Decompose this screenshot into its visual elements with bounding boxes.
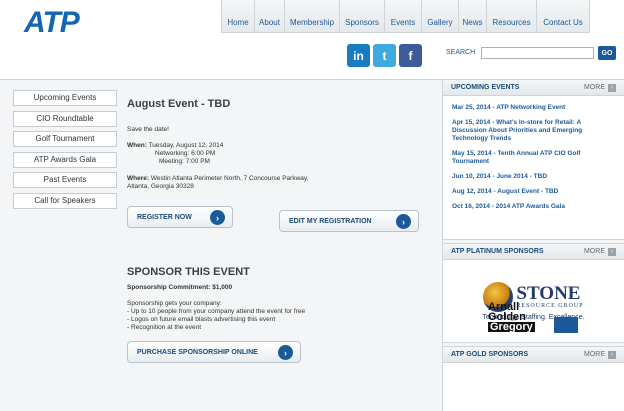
- where-label: Where:: [127, 175, 150, 182]
- upcoming-event-item[interactable]: Aug 12, 2014 - August Event - TBD: [452, 188, 615, 196]
- upcoming-event-item[interactable]: Jun 10, 2014 - June 2014 - TBD: [452, 173, 615, 181]
- more-arrow-icon: ›: [608, 83, 616, 92]
- benefit-item: - Recognition at the event: [127, 324, 202, 331]
- sponsor-title: SPONSOR THIS EVENT: [127, 266, 250, 278]
- top-navigation: Home About Membership Sponsors Events Ga…: [221, 0, 590, 33]
- gold-logo-accent: [554, 317, 578, 333]
- register-now-button[interactable]: REGISTER NOW ›: [127, 206, 233, 228]
- facebook-icon[interactable]: f: [399, 44, 422, 67]
- nav-about[interactable]: About: [255, 0, 285, 33]
- social-links: in t f: [347, 44, 422, 67]
- leftnav-upcoming-events[interactable]: Upcoming Events: [13, 90, 117, 106]
- upcoming-events-list: Mar 25, 2014 - ATP Networking Event Apr …: [443, 96, 624, 239]
- twitter-icon[interactable]: t: [373, 44, 396, 67]
- nav-sponsors[interactable]: Sponsors: [340, 0, 385, 33]
- linkedin-icon[interactable]: in: [347, 44, 370, 67]
- more-label: MORE: [584, 84, 605, 91]
- gold-sponsors-title: ATP GOLD SPONSORS: [451, 351, 529, 358]
- nav-resources[interactable]: Resources: [487, 0, 537, 33]
- when-date: Tuesday, August 12, 2014: [148, 142, 224, 149]
- meeting-time: Meeting: 7:00 PM: [159, 158, 210, 165]
- networking-time: Networking: 6:00 PM: [155, 150, 216, 157]
- more-arrow-icon: ›: [608, 350, 616, 359]
- edit-registration-button[interactable]: EDIT MY REGISTRATION ›: [279, 210, 419, 232]
- leftnav-call-for-speakers[interactable]: Call for Speakers: [13, 192, 117, 209]
- benefits-intro: Sponsorship gets your company:: [127, 300, 222, 307]
- more-label: MORE: [584, 351, 605, 358]
- commitment-label: Sponsorship Commitment:: [127, 284, 211, 291]
- benefit-item: - Logos on future email blasts advertisi…: [127, 316, 276, 323]
- event-title: August Event - TBD: [127, 98, 231, 110]
- gold-sponsors-header: ATP GOLD SPONSORS MORE ›: [443, 347, 624, 363]
- nav-contact-us[interactable]: Contact Us: [537, 0, 590, 33]
- atp-logo[interactable]: ATP: [24, 6, 80, 40]
- gold-more-link[interactable]: MORE ›: [584, 350, 616, 359]
- search-go-button[interactable]: GO: [598, 46, 616, 60]
- leftnav-atp-awards-gala[interactable]: ATP Awards Gala: [13, 151, 117, 168]
- nav-gallery[interactable]: Gallery: [422, 0, 459, 33]
- upcoming-event-item[interactable]: Mar 25, 2014 - ATP Networking Event: [452, 104, 615, 112]
- upcoming-events-title: UPCOMING EVENTS: [451, 84, 520, 91]
- edit-registration-label: EDIT MY REGISTRATION: [289, 217, 372, 225]
- stone-name: STONE: [516, 282, 581, 304]
- leftnav-golf-tournament[interactable]: Golf Tournament: [13, 131, 117, 147]
- nav-news[interactable]: News: [459, 0, 487, 33]
- upcoming-more-link[interactable]: MORE ›: [584, 83, 616, 92]
- search-label: SEARCH: [446, 49, 476, 56]
- left-navigation: Upcoming Events CIO Roundtable Golf Tour…: [13, 90, 117, 213]
- when-label: When:: [127, 142, 147, 149]
- purchase-sponsorship-label: PURCHASE SPONSORSHIP ONLINE: [137, 348, 258, 356]
- commitment-value: $1,000: [212, 284, 233, 291]
- arrow-right-icon: ›: [278, 345, 293, 360]
- arrow-right-icon: ›: [396, 214, 411, 229]
- register-now-label: REGISTER NOW: [137, 213, 192, 221]
- upcoming-event-item[interactable]: Apr 15, 2014 - What's In-store for Retai…: [452, 119, 615, 143]
- sponsorship-benefits: Sponsorship gets your company: - Up to 1…: [127, 300, 305, 332]
- arnall-golden-gregory-logo[interactable]: Arnall Golden Gregory: [488, 302, 535, 333]
- nav-events[interactable]: Events: [385, 0, 422, 33]
- where-line2: Atlanta, Georgia 30328: [127, 183, 194, 190]
- arrow-right-icon: ›: [210, 210, 225, 225]
- platinum-more-link[interactable]: MORE ›: [584, 247, 616, 256]
- event-content: August Event - TBD Save the date! When: …: [127, 90, 432, 363]
- leftnav-past-events[interactable]: Past Events: [13, 172, 117, 188]
- save-the-date: Save the date!: [127, 126, 169, 133]
- upcoming-events-header: UPCOMING EVENTS MORE ›: [443, 80, 624, 96]
- sponsorship-commitment: Sponsorship Commitment: $1,000: [127, 284, 232, 292]
- benefit-item: - Up to 10 people from your company atte…: [127, 308, 306, 315]
- gold-logo-line: Gregory: [488, 321, 535, 333]
- nav-home[interactable]: Home: [222, 0, 255, 33]
- nav-membership[interactable]: Membership: [285, 0, 340, 33]
- platinum-sponsors-title: ATP PLATINUM SPONSORS: [451, 248, 544, 255]
- upcoming-event-item[interactable]: May 15, 2014 - Tenth Annual ATP CIO Golf…: [452, 150, 615, 166]
- purchase-sponsorship-button[interactable]: PURCHASE SPONSORSHIP ONLINE ›: [127, 341, 301, 363]
- right-sidebar: UPCOMING EVENTS MORE › Mar 25, 2014 - ATP…: [442, 80, 624, 411]
- where-line1: Westin Atlanta Perimeter North, 7 Concou…: [150, 175, 309, 182]
- event-where: Where: Westin Atlanta Perimeter North, 7…: [127, 175, 308, 191]
- search-input[interactable]: [481, 47, 594, 59]
- upcoming-event-item[interactable]: Oct 16, 2014 - 2014 ATP Awards Gala: [452, 203, 615, 211]
- event-when: When: Tuesday, August 12, 2014 Networkin…: [127, 142, 223, 166]
- main-area: Upcoming Events CIO Roundtable Golf Tour…: [0, 79, 624, 411]
- leftnav-cio-roundtable[interactable]: CIO Roundtable: [13, 110, 117, 127]
- more-label: MORE: [584, 248, 605, 255]
- more-arrow-icon: ›: [608, 247, 616, 256]
- platinum-sponsors-header: ATP PLATINUM SPONSORS MORE ›: [443, 244, 624, 260]
